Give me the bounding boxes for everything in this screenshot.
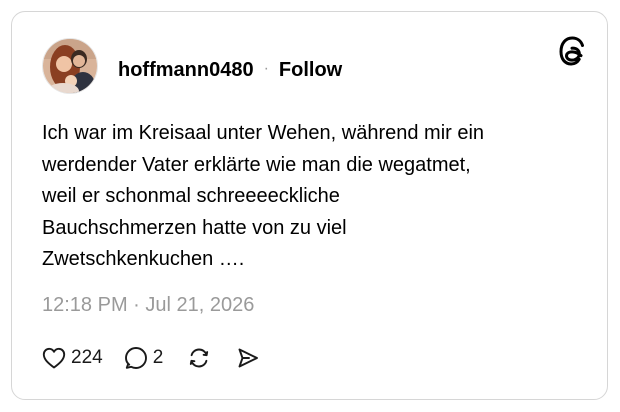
post-text-line: weil er schonmal schreeeeckliche: [42, 185, 340, 207]
post-text-line: Ich war im Kreisaal unter Wehen, während…: [42, 122, 485, 144]
post-header: hoffmann0480 · Follow: [118, 57, 342, 83]
repost-button[interactable]: [187, 346, 211, 370]
threads-logo-icon[interactable]: [559, 36, 585, 66]
like-count: 224: [71, 347, 103, 368]
avatar[interactable]: [42, 38, 98, 94]
repost-icon: [187, 346, 211, 370]
reply-button[interactable]: 2: [124, 346, 164, 370]
post-body: Ich war im Kreisaal unter Wehen, während…: [42, 118, 582, 276]
separator-dot: ·: [263, 60, 269, 77]
like-button[interactable]: 224: [42, 347, 103, 369]
post-text-line: Bauchschmerzen hatte von zu viel: [42, 216, 347, 239]
username[interactable]: hoffmann0480: [118, 59, 254, 82]
post-text-line: Zwetschkenkuchen ….: [42, 248, 245, 270]
heart-icon: [42, 347, 66, 369]
reply-count: 2: [152, 347, 164, 368]
post-text-line: werdender Vater erklärte wie man die weg…: [42, 153, 471, 176]
post-timestamp[interactable]: 12:18 PM · Jul 21, 2026: [42, 294, 254, 317]
action-bar: 224 2: [42, 344, 260, 372]
share-button[interactable]: [236, 346, 260, 370]
follow-button[interactable]: Follow: [279, 59, 342, 82]
threads-post-card: hoffmann0480 · Follow Ich war im Kreisaa…: [11, 11, 608, 400]
send-icon: [236, 346, 260, 370]
speech-bubble-icon: [124, 346, 148, 370]
avatar-photo: [43, 39, 97, 93]
